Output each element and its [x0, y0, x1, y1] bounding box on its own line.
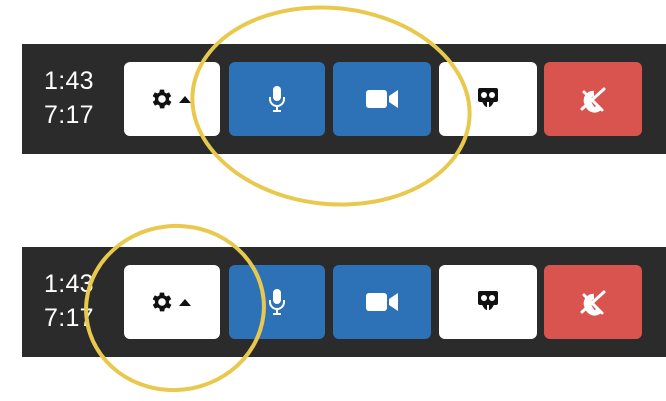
microphone-button[interactable]	[229, 265, 325, 339]
video-camera-icon	[366, 90, 398, 108]
gear-icon	[152, 292, 172, 312]
microphone-button[interactable]	[229, 62, 325, 136]
slideshare-icon	[478, 291, 498, 310]
slideshare-button[interactable]	[439, 265, 537, 339]
video-camera-button[interactable]	[333, 62, 431, 136]
settings-dropdown-button[interactable]	[124, 265, 220, 339]
hang-up-icon	[580, 290, 606, 316]
microphone-icon	[269, 86, 285, 112]
video-camera-icon	[366, 293, 398, 311]
time-total: 7:17	[44, 101, 94, 129]
hang-up-icon	[580, 87, 606, 113]
hang-up-button[interactable]	[544, 62, 642, 136]
caret-up-icon	[179, 96, 191, 103]
call-timer: 1:43 7:17	[44, 267, 94, 335]
caret-up-icon	[179, 299, 191, 306]
microphone-icon	[269, 289, 285, 315]
time-total: 7:17	[44, 304, 94, 332]
call-toolbar-top: 1:43 7:17	[22, 44, 666, 154]
slideshare-icon	[478, 88, 498, 107]
time-elapsed: 1:43	[44, 67, 94, 95]
call-toolbar-bottom: 1:43 7:17	[22, 247, 666, 357]
gear-icon	[152, 89, 172, 109]
settings-dropdown-button[interactable]	[124, 62, 220, 136]
time-elapsed: 1:43	[44, 270, 94, 298]
call-timer: 1:43 7:17	[44, 64, 94, 132]
hang-up-button[interactable]	[544, 265, 642, 339]
video-camera-button[interactable]	[333, 265, 431, 339]
slideshare-button[interactable]	[439, 62, 537, 136]
